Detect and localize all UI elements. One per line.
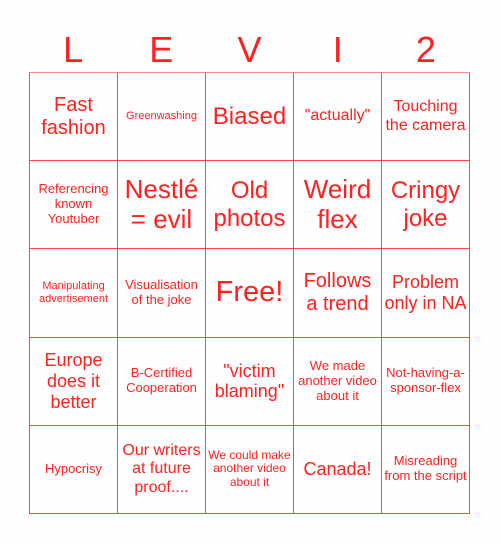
title-letter: V [237,29,262,70]
bingo-cell[interactable]: Touching the camera [382,73,470,162]
bingo-cell[interactable]: Hypocrisy [30,425,118,514]
bingo-title: L E V I 2 [29,28,470,72]
bingo-cell[interactable]: "actually" [294,73,382,162]
bingo-cell[interactable]: Cringy joke [382,161,470,250]
bingo-cell[interactable]: Greenwashing [118,73,206,162]
free-space-cell[interactable]: Free! [206,249,294,338]
bingo-cell[interactable]: Old photos [206,161,294,250]
bingo-cell[interactable]: We made another video about it [294,337,382,426]
bingo-cell[interactable]: Nestlé = evil [118,161,206,250]
title-letter: E [149,29,174,70]
bingo-cell[interactable]: Misreading from the script [382,425,470,514]
bingo-cell[interactable]: Referencing known Youtuber [30,161,118,250]
bingo-cell[interactable]: Visualisation of the joke [118,249,206,338]
bingo-cell[interactable]: B-Certified Cooperation [118,337,206,426]
bingo-cell[interactable]: Problem only in NA [382,249,470,338]
bingo-cell[interactable]: Our writers at future proof.... [118,425,206,514]
bingo-cell[interactable]: Europe does it better [30,337,118,426]
bingo-cell[interactable]: Biased [206,73,294,162]
bingo-cell[interactable]: "victim blaming" [206,337,294,426]
title-letter: 2 [415,29,436,70]
bingo-cell[interactable]: Weird flex [294,161,382,250]
bingo-card: Fast fashion Greenwashing Biased "actual… [29,72,470,514]
title-letter: L [63,29,84,70]
bingo-cell[interactable]: Canada! [294,425,382,514]
bingo-cell[interactable]: Follows a trend [294,249,382,338]
bingo-cell[interactable]: We could make another video about it [206,425,294,514]
bingo-cell[interactable]: Fast fashion [30,73,118,162]
bingo-cell[interactable]: Manipulating advertisement [30,249,118,338]
title-letter: I [332,29,343,70]
bingo-cell[interactable]: Not-having-a-sponsor-flex [382,337,470,426]
